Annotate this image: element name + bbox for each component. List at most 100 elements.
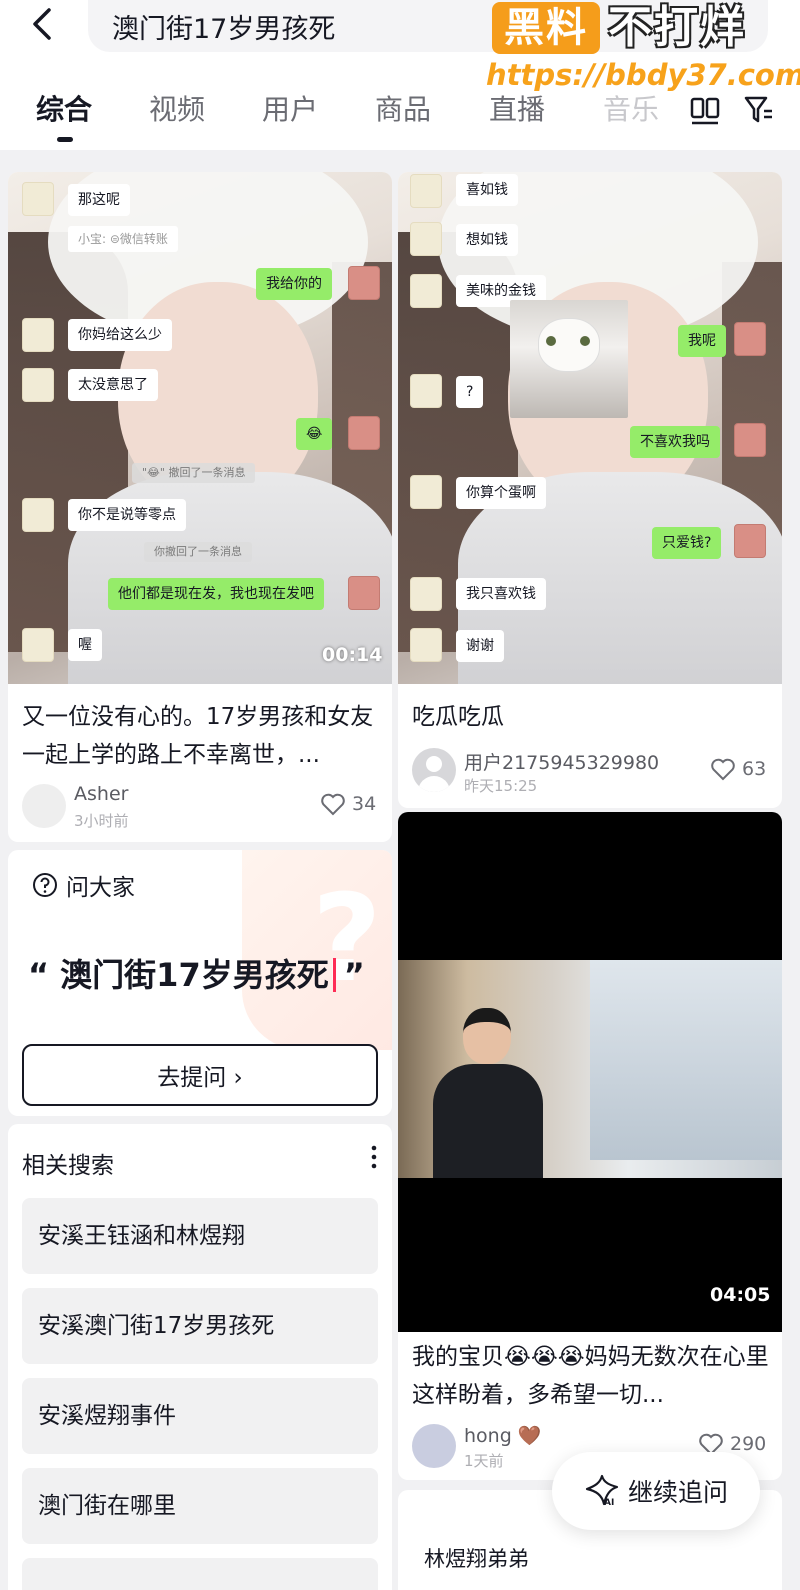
tab-live[interactable]: 直播 — [489, 88, 545, 128]
chat-message: 我呢 — [678, 325, 726, 357]
chat-avatar-me — [348, 576, 380, 610]
chat-message: 只爱钱? — [652, 527, 722, 559]
video-title[interactable]: 我的宝贝😭😭😭妈妈无数次在心里这样盼着，多希望一切... — [412, 1338, 772, 1414]
chat-message: 我只喜欢钱 — [456, 578, 546, 610]
follow-up-label: 继续追问 — [627, 1478, 728, 1507]
ask-header-label: 问大家 — [66, 875, 135, 901]
chat-message: 不喜欢我吗 — [630, 426, 720, 458]
video-card[interactable]: 04:05 我的宝贝😭😭😭妈妈无数次在心里这样盼着，多希望一切... hong … — [398, 812, 782, 1480]
related-search-item[interactable]: 安溪煜翔事件 — [22, 1378, 378, 1454]
question-circle-icon — [33, 873, 57, 897]
like-count: 34 — [352, 793, 377, 815]
like-button[interactable]: 34 — [320, 792, 376, 816]
related-search-item[interactable]: 安溪澳门街17岁男孩死 — [22, 1288, 378, 1364]
chat-message: 喔 — [68, 629, 102, 661]
back-button[interactable] — [24, 4, 64, 44]
chat-message: 谢谢 — [456, 630, 504, 662]
chat-message: 那这呢 — [68, 184, 130, 216]
chat-message: 他们都是现在发，我也现在发吧 — [108, 578, 324, 610]
more-vertical-icon[interactable] — [368, 1142, 380, 1172]
chat-avatar — [410, 628, 442, 662]
ask-question: “ 澳门街17岁男孩死 ” — [28, 950, 365, 996]
post-title[interactable]: 林煜翔弟弟 — [424, 1540, 529, 1578]
chat-avatar — [22, 318, 54, 352]
chat-avatar — [410, 174, 442, 208]
tab-music[interactable]: 音乐 — [603, 88, 659, 128]
ask-card: ? 问大家 “ 澳门街17岁男孩死” 去提问 › — [8, 850, 392, 1116]
watermark-brand-b: 不打烊 — [608, 2, 746, 53]
chat-avatar — [22, 368, 54, 402]
chat-avatar-me — [734, 322, 766, 356]
chat-avatar — [410, 475, 442, 509]
video-duration: 04:05 — [710, 1284, 771, 1306]
tab-video[interactable]: 视频 — [149, 88, 205, 128]
chat-avatar — [22, 628, 54, 662]
like-count: 63 — [742, 758, 767, 780]
top-bar: 澳门街17岁男孩死 黑料 不打烊 https://bbdy37.com 综合 视… — [0, 0, 800, 150]
chat-message: 你算个蛋啊 — [456, 477, 546, 509]
chat-avatar-me — [734, 524, 766, 558]
related-search-item[interactable] — [22, 1558, 378, 1590]
search-query: 澳门街17岁男孩死 — [112, 13, 336, 45]
video-title[interactable]: 吃瓜吃瓜 — [412, 698, 772, 736]
avatar[interactable] — [412, 1424, 456, 1468]
chat-avatar-me — [348, 266, 380, 300]
ask-question-button[interactable]: 去提问 › — [22, 1044, 378, 1106]
chat-avatar — [410, 374, 442, 408]
tab-all[interactable]: 综合 — [36, 88, 92, 128]
filter-icon[interactable] — [744, 94, 774, 126]
video-card[interactable]: 那这呢 小宝: ⊜微信转账 我给你的 你妈给这么少 太没意思了 😂 "😂" 撤回… — [8, 172, 392, 842]
chat-message: 想如钱 — [456, 224, 518, 256]
ask-close-quote: ” — [343, 956, 365, 994]
heart-icon — [321, 793, 345, 816]
author-name[interactable]: hong 🤎 — [464, 1424, 542, 1447]
ask-open-quote: “ — [28, 956, 50, 994]
tab-user[interactable]: 用户 — [262, 88, 318, 128]
chat-avatar — [22, 182, 54, 216]
related-search-item[interactable]: 安溪王钰涵和林煜翔 — [22, 1198, 378, 1274]
like-count: 290 — [730, 1433, 767, 1455]
related-search-card: 相关搜索 安溪王钰涵和林煜翔 安溪澳门街17岁男孩死 安溪煜翔事件 澳门街在哪里 — [8, 1124, 392, 1590]
ask-header: 问大家 — [32, 868, 135, 902]
follow-up-button[interactable]: AI 继续追问 — [552, 1452, 760, 1530]
author-name[interactable]: 用户2175945329980 — [464, 748, 659, 775]
chat-transfer: 小宝: ⊜微信转账 — [68, 226, 178, 252]
video-thumbnail: 喜如钱 想如钱 美味的金钱 我呢 ? 不喜欢我吗 你算个蛋啊 只爱钱? 我只喜欢… — [398, 172, 782, 684]
cat-image — [510, 300, 628, 418]
video-thumbnail: 那这呢 小宝: ⊜微信转账 我给你的 你妈给这么少 太没意思了 😂 "😂" 撤回… — [8, 172, 392, 684]
like-button[interactable]: 63 — [710, 757, 766, 781]
post-time: 3小时前 — [74, 812, 129, 830]
heart-icon — [711, 758, 735, 781]
chat-message: 你不是说等零点 — [68, 499, 186, 531]
double-column-icon[interactable] — [690, 96, 720, 126]
chat-avatar — [410, 222, 442, 256]
avatar[interactable] — [412, 748, 456, 792]
chat-message: 喜如钱 — [456, 174, 518, 206]
avatar[interactable] — [22, 784, 66, 828]
ai-sparkle-icon: AI — [585, 1474, 619, 1508]
author-badge: 🤎 — [517, 1425, 542, 1447]
chat-system: "😂" 撤回了一条消息 — [132, 463, 256, 483]
ask-query: 澳门街17岁男孩死 — [60, 956, 329, 994]
chat-avatar-me — [348, 416, 380, 450]
chat-message: ? — [456, 376, 484, 408]
chat-system: 你撤回了一条消息 — [144, 542, 252, 562]
tab-indicator — [57, 137, 73, 142]
related-search-item[interactable]: 澳门街在哪里 — [22, 1468, 378, 1544]
video-card[interactable]: 喜如钱 想如钱 美味的金钱 我呢 ? 不喜欢我吗 你算个蛋啊 只爱钱? 我只喜欢… — [398, 172, 782, 808]
watermark-brand-a: 黑料 — [492, 2, 600, 54]
chevron-left-icon — [33, 8, 51, 40]
chat-avatar — [22, 498, 54, 532]
svg-text:AI: AI — [604, 1498, 614, 1508]
text-caret — [332, 958, 336, 992]
tab-goods[interactable]: 商品 — [375, 88, 431, 128]
post-time: 昨天15:25 — [464, 777, 538, 795]
chat-message: 我给你的 — [256, 268, 332, 300]
tab-bar: 综合 视频 用户 商品 直播 音乐 — [0, 82, 800, 142]
chat-avatar-me — [734, 423, 766, 457]
author-name[interactable]: Asher — [74, 783, 128, 805]
video-duration: 00:14 — [322, 644, 383, 666]
video-title[interactable]: 又一位没有心的。17岁男孩和女友一起上学的路上不幸离世，... — [22, 698, 382, 774]
chat-avatar — [410, 274, 442, 308]
chat-avatar — [410, 577, 442, 611]
